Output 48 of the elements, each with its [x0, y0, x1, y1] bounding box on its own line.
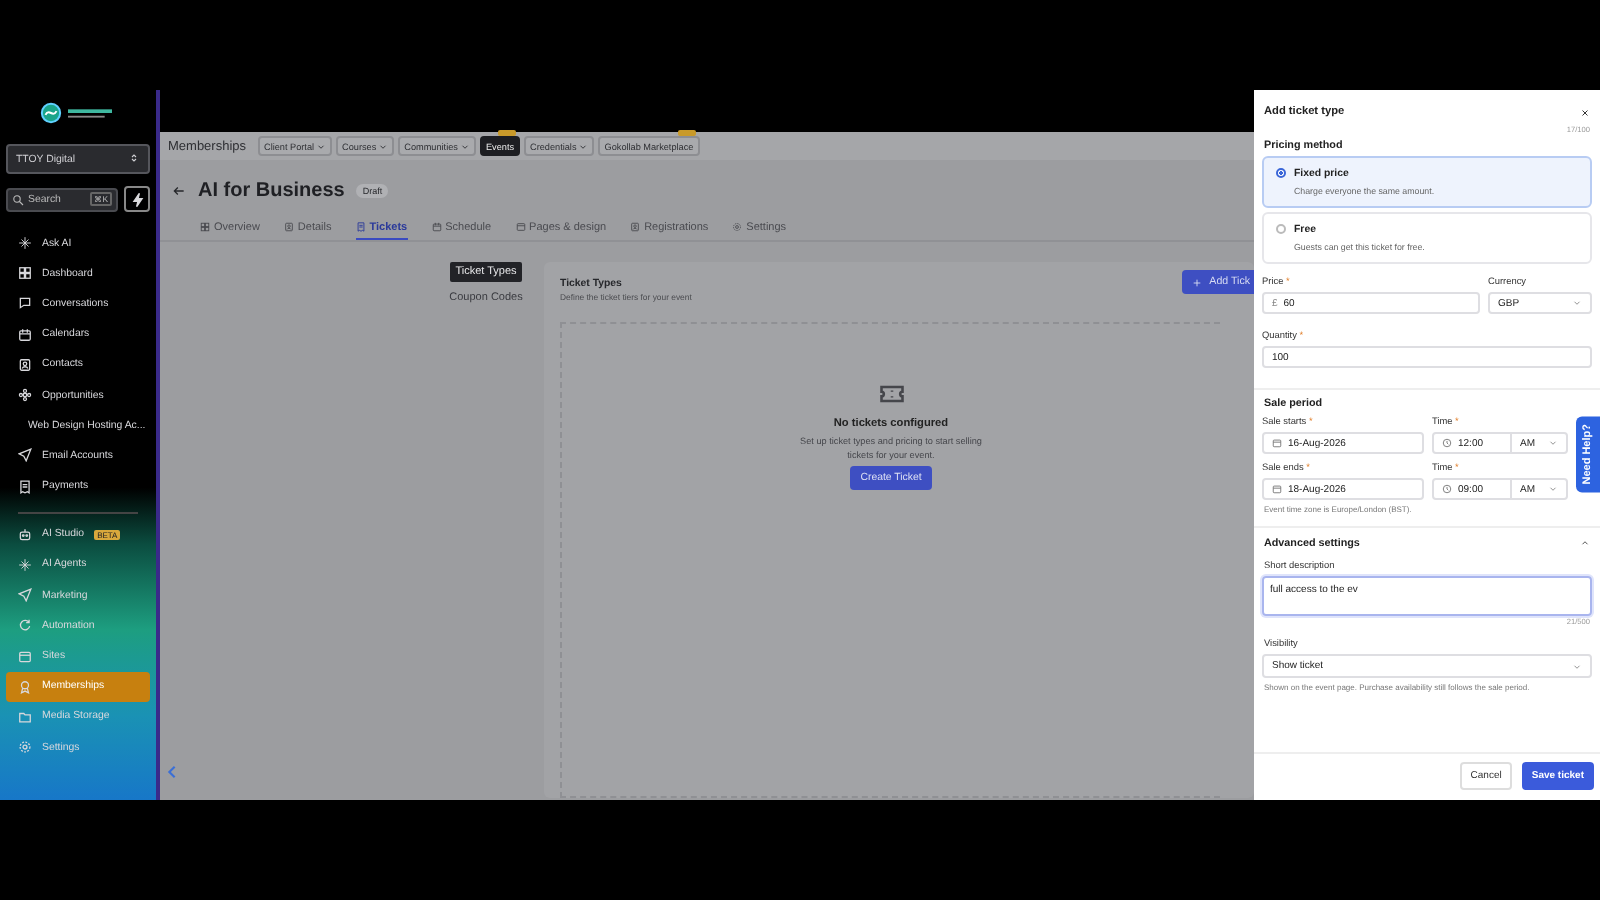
- chevron-down-icon: [1548, 438, 1558, 448]
- paper-plane-icon: [18, 588, 32, 603]
- contact-card-icon: [283, 222, 294, 232]
- chevron-down-icon: [1572, 298, 1582, 308]
- settings-icon: [732, 222, 743, 232]
- chevron-down-icon: [1548, 484, 1558, 494]
- page-title: AI for Business: [198, 179, 345, 201]
- search-icon: [12, 193, 24, 205]
- robot-icon: [18, 527, 32, 542]
- calendar-icon: [1272, 438, 1282, 448]
- sparkle-icon: [18, 236, 32, 251]
- clock-icon: [1442, 484, 1452, 494]
- logo-icon: [40, 101, 62, 123]
- receipt-icon: [18, 479, 32, 494]
- chevron-down-icon: [578, 141, 589, 151]
- contact-card-icon: [630, 222, 641, 232]
- lightning-button[interactable]: [124, 186, 150, 212]
- refresh-icon: [18, 618, 32, 633]
- calendar-icon: [431, 222, 442, 232]
- chevron-down-icon: [1572, 661, 1582, 671]
- browser-window-icon: [515, 222, 526, 232]
- chevron-updown-icon: [128, 151, 140, 163]
- browser-window-icon: [18, 649, 32, 664]
- chat-bubble-icon: [18, 296, 32, 311]
- clock-icon: [1442, 438, 1452, 448]
- award-icon: [18, 679, 32, 694]
- chevron-down-icon: [378, 141, 389, 151]
- receipt-icon: [355, 222, 366, 232]
- settings-icon: [18, 740, 32, 755]
- close-icon[interactable]: [1580, 107, 1590, 117]
- folder-icon: [18, 709, 32, 724]
- lightning-icon: [129, 191, 145, 207]
- grid-icon: [200, 222, 210, 232]
- sparkle-icon: [18, 557, 32, 572]
- calendar-icon: [1272, 484, 1282, 494]
- chevron-down-icon: [316, 141, 327, 151]
- ticket-icon: [877, 380, 905, 408]
- contact-card-icon: [18, 357, 32, 372]
- flower-icon: [18, 388, 32, 403]
- chevron-down-icon: [459, 141, 470, 151]
- paper-plane-icon: [18, 448, 32, 463]
- calendar-icon: [18, 327, 32, 342]
- grid-icon: [18, 266, 32, 281]
- back-arrow-icon[interactable]: [172, 183, 186, 197]
- tag-marker: [677, 130, 696, 136]
- tag-marker: [498, 130, 517, 136]
- plus-icon: [1191, 277, 1202, 287]
- chevron-icon: [1580, 538, 1590, 548]
